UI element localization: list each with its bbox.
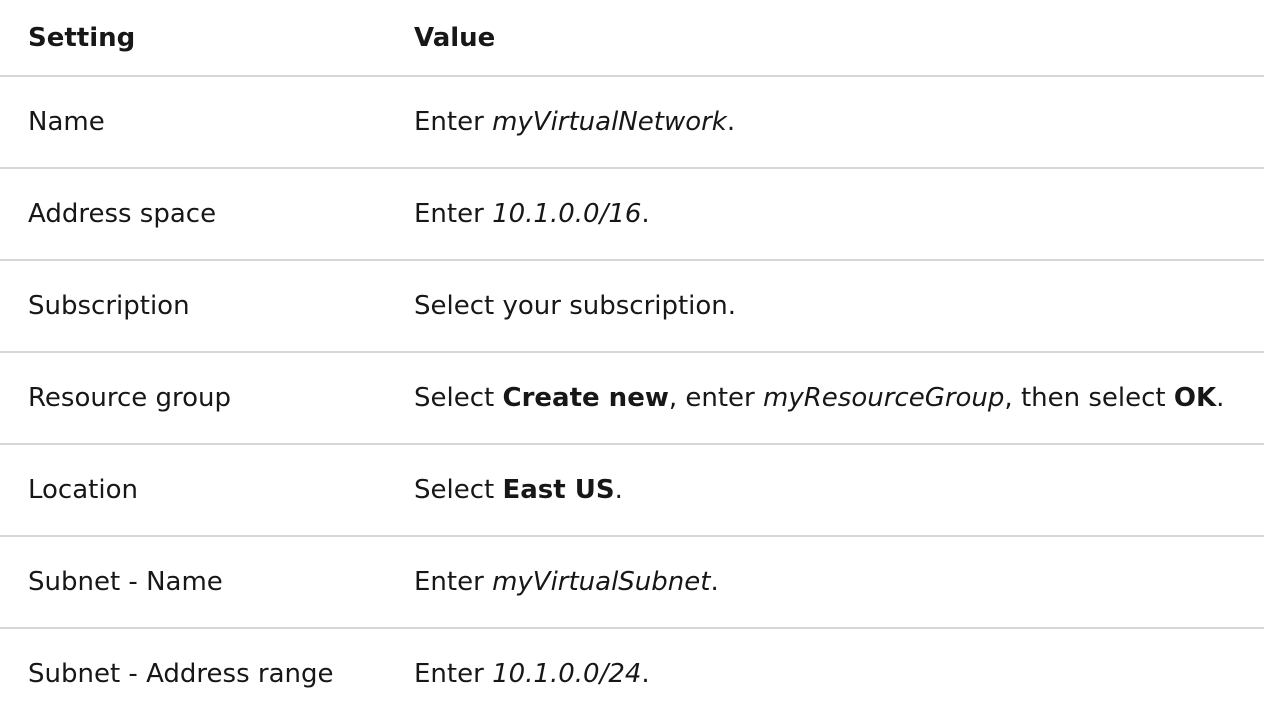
value-cell: Enter myVirtualNetwork. xyxy=(386,76,1264,169)
value-text: Enter xyxy=(414,199,493,229)
value-cell: Select your subscription. xyxy=(386,260,1264,353)
value-text: . xyxy=(726,107,736,137)
table-row: Name Enter myVirtualNetwork. xyxy=(0,76,1264,169)
setting-cell: Name xyxy=(0,76,386,169)
value-emphasis: myVirtualSubnet xyxy=(492,567,711,597)
value-emphasis: myResourceGroup xyxy=(763,383,1005,413)
table-row: Subscription Select your subscription. xyxy=(0,260,1264,353)
setting-cell: Resource group xyxy=(0,352,386,445)
table-row: Subnet - Name Enter myVirtualSubnet. xyxy=(0,536,1264,629)
table-row: Resource group Select Create new, enter m… xyxy=(0,352,1264,445)
value-strong: Create new xyxy=(502,383,669,413)
value-text: . xyxy=(1216,383,1225,413)
setting-cell: Subnet - Address range xyxy=(28,659,334,689)
header-setting: Setting xyxy=(0,0,386,77)
table-row: Subnet - Address range Enter 10.1.0.0/24. xyxy=(0,628,1264,719)
setting-cell: Subnet - Name xyxy=(0,536,386,629)
value-text: . xyxy=(614,475,623,505)
value-text: . xyxy=(641,199,650,229)
table-row: Address space Enter 10.1.0.0/16. xyxy=(0,168,1264,261)
value-text: , then select xyxy=(1004,383,1174,413)
value-cell: Select East US. xyxy=(386,444,1264,537)
value-cell: Enter myVirtualSubnet. xyxy=(386,536,1264,629)
value-text: Select xyxy=(414,383,503,413)
header-value: Value xyxy=(386,0,1264,77)
value-text: Select your subscription. xyxy=(414,291,737,321)
value-text: Select xyxy=(414,475,503,505)
value-text: , enter xyxy=(668,383,763,413)
table-row: Location Select East US. xyxy=(0,444,1264,537)
value-strong: East US xyxy=(502,475,615,505)
table-body: Name Enter myVirtualNetwork. Address space… xyxy=(0,76,1264,719)
value-emphasis: 10.1.0.0/16 xyxy=(492,199,642,229)
value-text: Enter xyxy=(414,567,493,597)
value-text: Enter xyxy=(414,659,493,689)
value-text: . xyxy=(710,567,719,597)
value-cell: Enter 10.1.0.0/24. xyxy=(386,628,1264,719)
value-text: . xyxy=(641,659,650,689)
setting-cell: Location xyxy=(0,444,386,537)
value-emphasis: 10.1.0.0/24 xyxy=(492,659,642,689)
header-row: Setting Value xyxy=(0,0,1264,77)
setting-cell: Subscription xyxy=(0,260,386,353)
value-strong: OK xyxy=(1173,383,1217,413)
setting-cell: Address space xyxy=(0,168,386,261)
table-header: Setting Value xyxy=(0,0,1264,77)
value-cell: Enter 10.1.0.0/16. xyxy=(386,168,1264,261)
value-cell: Select Create new, enter myResourceGroup… xyxy=(386,352,1264,445)
value-text: Enter xyxy=(414,107,493,137)
settings-table: Setting Value Name Enter myVirtualNetwork… xyxy=(0,0,1264,719)
value-emphasis: myVirtualNetwork xyxy=(492,107,727,137)
